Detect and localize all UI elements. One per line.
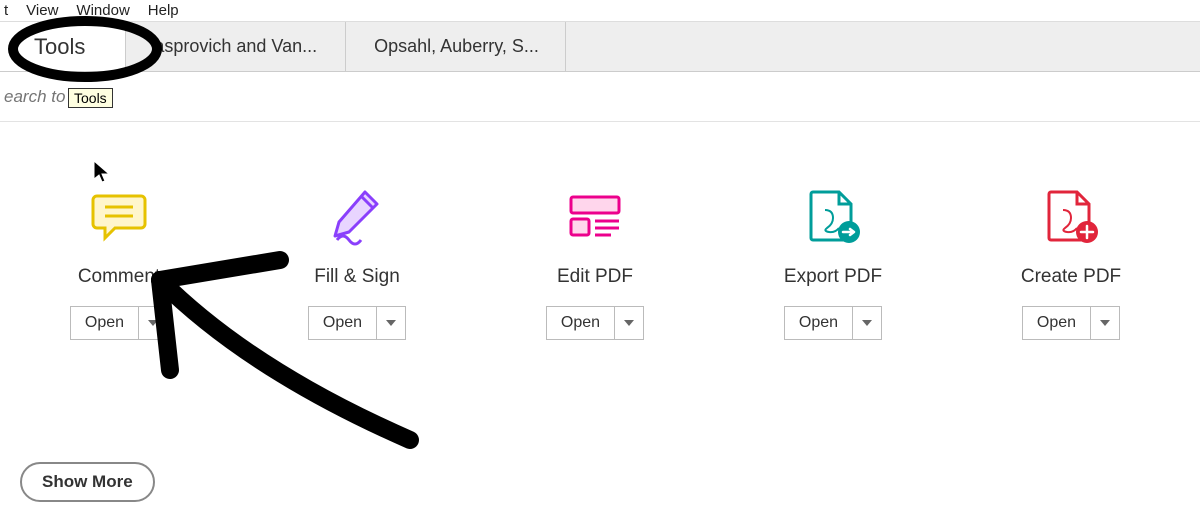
tool-label: Fill & Sign bbox=[268, 266, 446, 288]
tool-fill-sign[interactable]: Fill & Sign Open bbox=[268, 182, 446, 340]
open-button[interactable]: Open bbox=[1022, 306, 1120, 340]
open-dropdown[interactable] bbox=[139, 307, 167, 339]
open-dropdown[interactable] bbox=[377, 307, 405, 339]
menu-bar: t View Window Help bbox=[0, 0, 1200, 22]
menu-item-view[interactable]: View bbox=[26, 2, 58, 19]
create-pdf-icon bbox=[982, 182, 1160, 252]
tool-edit-pdf[interactable]: Edit PDF Open bbox=[506, 182, 684, 340]
open-label[interactable]: Open bbox=[785, 307, 853, 339]
fill-sign-icon bbox=[268, 182, 446, 252]
open-dropdown[interactable] bbox=[1091, 307, 1119, 339]
edit-pdf-icon bbox=[506, 182, 684, 252]
tool-label: Create PDF bbox=[982, 266, 1160, 288]
open-label[interactable]: Open bbox=[547, 307, 615, 339]
comment-icon bbox=[30, 182, 208, 252]
tool-label: Comment bbox=[30, 266, 208, 288]
open-dropdown[interactable] bbox=[615, 307, 643, 339]
menu-item-edit-partial[interactable]: t bbox=[4, 2, 8, 19]
open-button[interactable]: Open bbox=[308, 306, 406, 340]
search-input[interactable] bbox=[4, 87, 304, 107]
tab-document-2[interactable]: Opsahl, Auberry, S... bbox=[346, 22, 566, 71]
open-label[interactable]: Open bbox=[309, 307, 377, 339]
open-dropdown[interactable] bbox=[853, 307, 881, 339]
open-button[interactable]: Open bbox=[784, 306, 882, 340]
open-label[interactable]: Open bbox=[71, 307, 139, 339]
search-row bbox=[0, 72, 1200, 122]
menu-item-help[interactable]: Help bbox=[148, 2, 179, 19]
tools-panel: Comment Open Fill & Sign Open bbox=[0, 122, 1200, 340]
menu-item-window[interactable]: Window bbox=[76, 2, 129, 19]
open-label[interactable]: Open bbox=[1023, 307, 1091, 339]
tab-tools[interactable]: Tools bbox=[0, 22, 126, 71]
tab-strip: Tools asprovich and Van... Opsahl, Auber… bbox=[0, 22, 1200, 72]
export-pdf-icon bbox=[744, 182, 922, 252]
tool-create-pdf[interactable]: Create PDF Open bbox=[982, 182, 1160, 340]
tool-label: Edit PDF bbox=[506, 266, 684, 288]
tool-export-pdf[interactable]: Export PDF Open bbox=[744, 182, 922, 340]
tool-comment[interactable]: Comment Open bbox=[30, 182, 208, 340]
tab-document-1[interactable]: asprovich and Van... bbox=[126, 22, 346, 71]
open-button[interactable]: Open bbox=[70, 306, 168, 340]
show-more-button[interactable]: Show More bbox=[20, 462, 155, 502]
tools-tooltip: Tools bbox=[68, 88, 113, 108]
open-button[interactable]: Open bbox=[546, 306, 644, 340]
tool-label: Export PDF bbox=[744, 266, 922, 288]
